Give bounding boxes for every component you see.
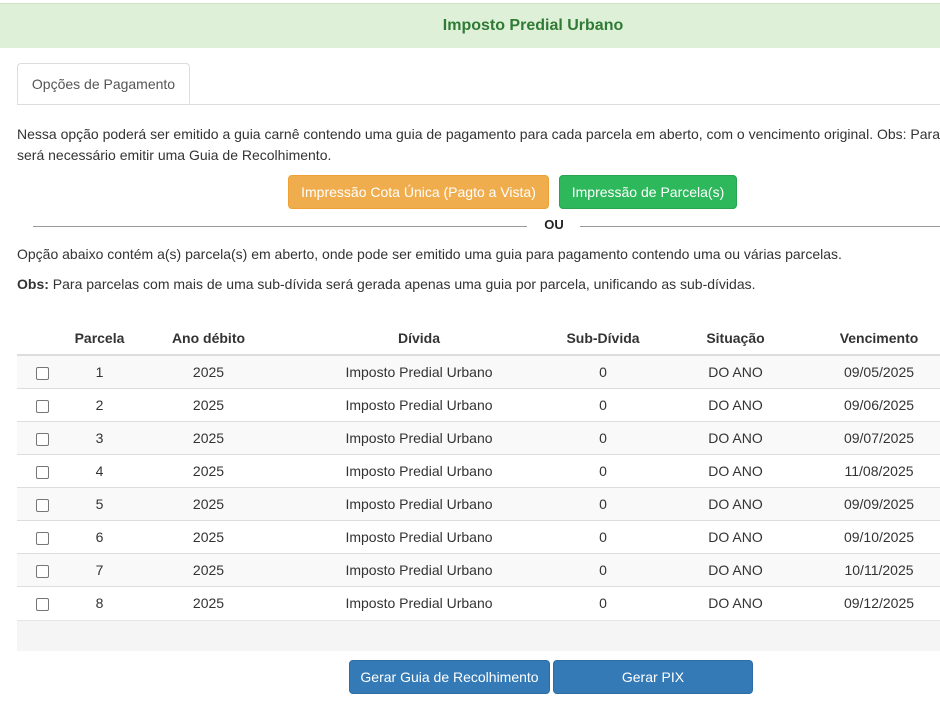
description-line-2: será necessário emitir uma Guia de Recol… (17, 147, 332, 163)
header-vencimento: Vencimento (818, 322, 940, 356)
cell-divida: Imposto Predial Urbano (285, 388, 553, 422)
cell-vencimento: 09/05/2025 (818, 354, 940, 389)
cell-vencimento: 09/07/2025 (818, 421, 940, 455)
obs-body: Para parcelas com mais de uma sub-dívida… (48, 276, 756, 292)
description-line-1: Nessa opção poderá ser emitido a guia ca… (17, 126, 940, 142)
table-row: 1 2025 Imposto Predial Urbano 0 DO ANO 0… (17, 354, 940, 389)
header-select (17, 322, 67, 356)
cell-ano: 2025 (132, 487, 285, 521)
cell-parcela: 6 (67, 520, 132, 554)
parcelas-table: Parcela Ano débito Dívida Sub-Dívida Sit… (17, 322, 940, 619)
cell-situacao: DO ANO (653, 553, 818, 587)
table-row: 5 2025 Imposto Predial Urbano 0 DO ANO 0… (17, 487, 940, 521)
row-checkbox[interactable] (35, 366, 49, 380)
description-text: Nessa opção poderá ser emitido a guia ca… (17, 124, 940, 166)
cell-divida: Imposto Predial Urbano (285, 454, 553, 488)
gerar-guia-button[interactable]: Gerar Guia de Recolhimento (349, 660, 550, 694)
tab-opcoes-pagamento[interactable]: Opções de Pagamento (17, 63, 190, 104)
divider-left (33, 226, 527, 227)
cell-subdivida: 0 (553, 421, 653, 455)
header-ano-debito: Ano débito (132, 322, 285, 356)
cell-parcela: 1 (67, 354, 132, 389)
cell-vencimento: 09/10/2025 (818, 520, 940, 554)
cell-subdivida: 0 (553, 354, 653, 389)
cell-situacao: DO ANO (653, 487, 818, 521)
cell-ano: 2025 (132, 454, 285, 488)
row-checkbox[interactable] (35, 399, 49, 413)
cell-parcela: 3 (67, 421, 132, 455)
table-row: 2 2025 Imposto Predial Urbano 0 DO ANO 0… (17, 388, 940, 422)
cell-divida: Imposto Predial Urbano (285, 586, 553, 619)
cota-unica-button[interactable]: Impressão Cota Única (Pagto a Vista) (288, 175, 549, 209)
cell-divida: Imposto Predial Urbano (285, 421, 553, 455)
cell-subdivida: 0 (553, 586, 653, 619)
row-checkbox[interactable] (35, 465, 49, 479)
cell-vencimento: 09/12/2025 (818, 586, 940, 619)
cell-situacao: DO ANO (653, 454, 818, 488)
row-checkbox[interactable] (35, 531, 49, 545)
info-text: Opção abaixo contém a(s) parcela(s) em a… (17, 246, 842, 262)
cell-subdivida: 0 (553, 553, 653, 587)
cell-ano: 2025 (132, 354, 285, 389)
obs-label: Obs: (17, 276, 49, 292)
gerar-pix-button[interactable]: Gerar PIX (553, 660, 753, 694)
cell-subdivida: 0 (553, 487, 653, 521)
table-row: 3 2025 Imposto Predial Urbano 0 DO ANO 0… (17, 421, 940, 455)
header-situacao: Situação (653, 322, 818, 356)
cell-situacao: DO ANO (653, 520, 818, 554)
table-footer (17, 620, 940, 651)
header-divida: Dívida (285, 322, 553, 356)
cell-parcela: 8 (67, 586, 132, 619)
table-row: 4 2025 Imposto Predial Urbano 0 DO ANO 1… (17, 454, 940, 488)
cell-subdivida: 0 (553, 388, 653, 422)
row-checkbox[interactable] (35, 498, 49, 512)
cell-ano: 2025 (132, 421, 285, 455)
cell-situacao: DO ANO (653, 388, 818, 422)
cell-parcela: 7 (67, 553, 132, 587)
cell-divida: Imposto Predial Urbano (285, 487, 553, 521)
cell-vencimento: 10/11/2025 (818, 553, 940, 587)
table-header-row: Parcela Ano débito Dívida Sub-Dívida Sit… (17, 322, 940, 356)
cell-ano: 2025 (132, 586, 285, 619)
table-row: 6 2025 Imposto Predial Urbano 0 DO ANO 0… (17, 520, 940, 554)
cell-vencimento: 11/08/2025 (818, 454, 940, 488)
row-checkbox[interactable] (35, 597, 49, 611)
cell-parcela: 4 (67, 454, 132, 488)
tab-bar: Opções de Pagamento (17, 63, 940, 105)
header-parcela: Parcela (67, 322, 132, 356)
divider-ou-label: OU (544, 217, 564, 232)
impressao-parcelas-button[interactable]: Impressão de Parcela(s) (559, 175, 737, 209)
cell-situacao: DO ANO (653, 421, 818, 455)
cell-divida: Imposto Predial Urbano (285, 354, 553, 389)
table-row: 7 2025 Imposto Predial Urbano 0 DO ANO 1… (17, 553, 940, 587)
row-checkbox[interactable] (35, 564, 49, 578)
cell-vencimento: 09/09/2025 (818, 487, 940, 521)
cell-ano: 2025 (132, 520, 285, 554)
divider-right (580, 226, 940, 227)
cell-parcela: 2 (67, 388, 132, 422)
cell-vencimento: 09/06/2025 (818, 388, 940, 422)
header-sub-divida: Sub-Dívida (553, 322, 653, 356)
cell-parcela: 5 (67, 487, 132, 521)
table-row: 8 2025 Imposto Predial Urbano 0 DO ANO 0… (17, 586, 940, 619)
row-checkbox[interactable] (35, 432, 49, 446)
cell-divida: Imposto Predial Urbano (285, 520, 553, 554)
cell-subdivida: 0 (553, 520, 653, 554)
obs-text: Obs: Para parcelas com mais de uma sub-d… (17, 276, 756, 292)
cell-ano: 2025 (132, 553, 285, 587)
page-header: Imposto Predial Urbano (0, 3, 940, 48)
cell-situacao: DO ANO (653, 586, 818, 619)
cell-subdivida: 0 (553, 454, 653, 488)
cell-situacao: DO ANO (653, 354, 818, 389)
cell-divida: Imposto Predial Urbano (285, 553, 553, 587)
cell-ano: 2025 (132, 388, 285, 422)
page-title: Imposto Predial Urbano (442, 17, 624, 34)
